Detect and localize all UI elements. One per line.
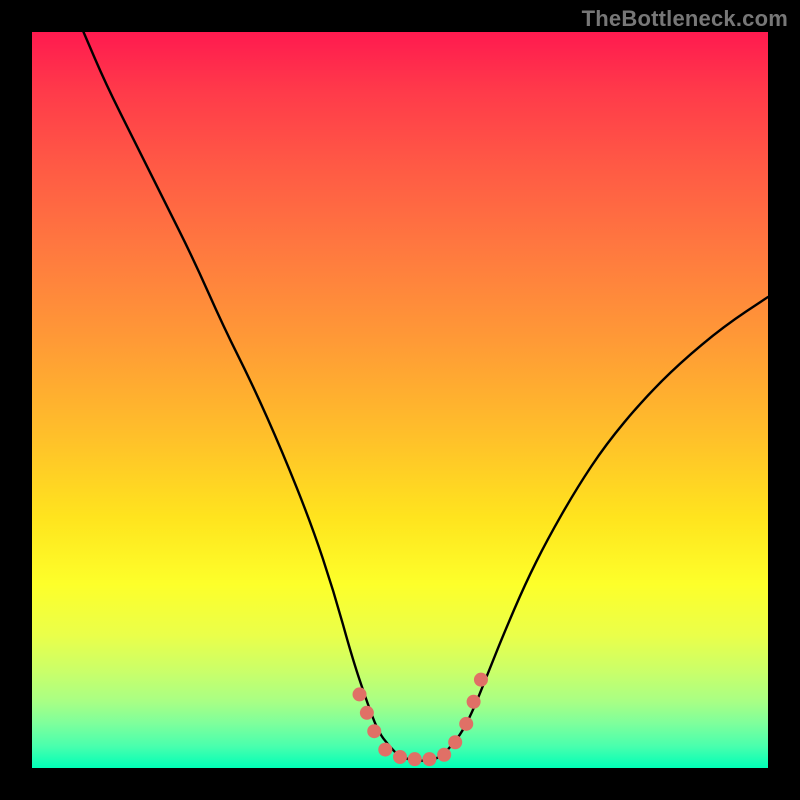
trough-marker	[459, 717, 473, 731]
trough-marker	[422, 752, 436, 766]
trough-marker	[467, 695, 481, 709]
trough-marker	[448, 735, 462, 749]
trough-marker	[474, 673, 488, 687]
trough-marker	[353, 687, 367, 701]
chart-frame: TheBottleneck.com	[0, 0, 800, 800]
trough-marker	[393, 750, 407, 764]
plot-area	[32, 32, 768, 768]
trough-marker	[437, 748, 451, 762]
watermark-text: TheBottleneck.com	[582, 6, 788, 32]
trough-marker	[360, 706, 374, 720]
trough-marker	[378, 743, 392, 757]
bottleneck-curve	[84, 32, 768, 761]
trough-marker	[408, 752, 422, 766]
trough-marker	[367, 724, 381, 738]
chart-svg	[32, 32, 768, 768]
